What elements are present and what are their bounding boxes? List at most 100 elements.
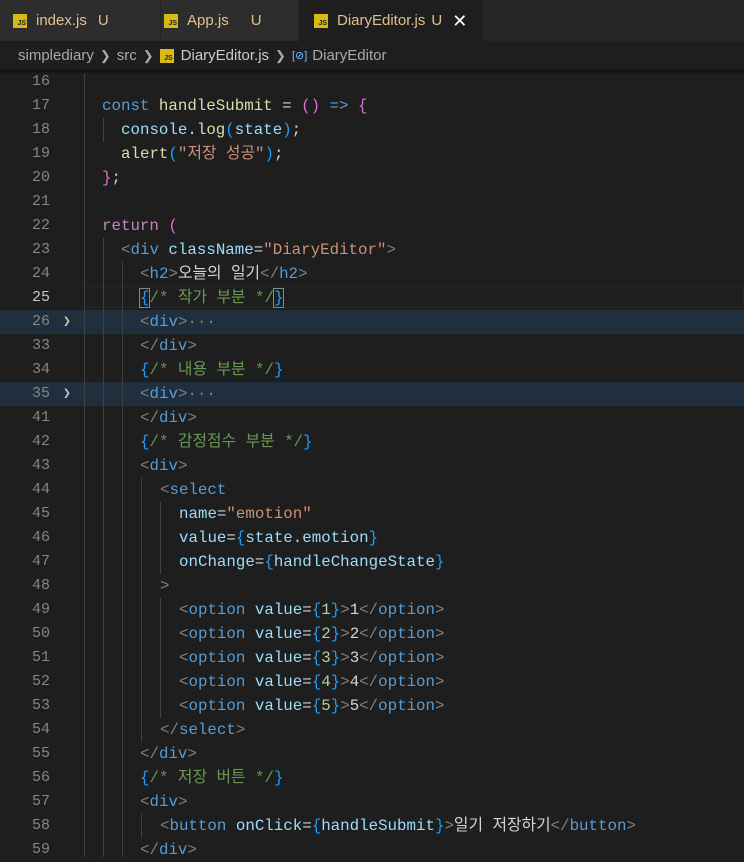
tab-index-js[interactable]: JS index.js U bbox=[0, 0, 160, 41]
code-line: <option value={5}>5</option> bbox=[179, 697, 445, 715]
chevron-right-icon: ❯ bbox=[142, 47, 154, 63]
code-line: <option value={1}>1</option> bbox=[179, 601, 445, 619]
tab-label: App.js bbox=[187, 12, 229, 29]
indent-guide bbox=[84, 74, 85, 857]
line-number: 50 bbox=[31, 625, 50, 642]
symbol-variable-icon: [⊘] bbox=[291, 50, 308, 62]
code-line: <div> bbox=[140, 793, 188, 811]
line-number: 35 bbox=[31, 385, 50, 402]
untracked-badge: U bbox=[97, 12, 109, 29]
chevron-right-icon[interactable]: ❯ bbox=[63, 310, 71, 334]
line-number: 51 bbox=[31, 649, 50, 666]
tab-label: index.js bbox=[36, 12, 87, 29]
line-number: 53 bbox=[31, 697, 50, 714]
code-line: </div> bbox=[140, 409, 197, 427]
untracked-badge: U bbox=[431, 12, 443, 29]
tab-label: DiaryEditor.js bbox=[337, 12, 426, 29]
tab-diaryeditor-js[interactable]: JS DiaryEditor.js U ✕ bbox=[299, 0, 483, 41]
line-number: 22 bbox=[31, 217, 50, 234]
tab-bar: JS index.js U JS App.js U JS DiaryEditor… bbox=[0, 0, 744, 41]
code-editor[interactable]: 16 17 const handleSubmit = () => { 18 co… bbox=[0, 70, 744, 859]
line-number: 55 bbox=[31, 745, 50, 762]
line-number: 47 bbox=[31, 553, 50, 570]
code-line: console.log(state); bbox=[121, 121, 302, 139]
chevron-right-icon[interactable]: ❯ bbox=[63, 382, 71, 406]
code-line: }; bbox=[102, 169, 121, 187]
chevron-right-icon: ❯ bbox=[99, 47, 111, 63]
code-line: {/* 내용 부분 */} bbox=[140, 361, 284, 379]
js-file-icon: JS bbox=[314, 13, 328, 28]
code-line: <h2>오늘의 일기</h2> bbox=[140, 265, 308, 283]
tab-app-js[interactable]: JS App.js U bbox=[161, 0, 298, 41]
breadcrumb-file[interactable]: DiaryEditor.js bbox=[181, 47, 269, 64]
line-number: 46 bbox=[31, 529, 50, 546]
line-number: 25 bbox=[31, 289, 50, 306]
code-line: <button onClick={handleSubmit}>일기 저장하기</… bbox=[160, 817, 636, 835]
code-line: </select> bbox=[160, 721, 246, 739]
line-number: 57 bbox=[31, 793, 50, 810]
code-line: onChange={handleChangeState} bbox=[179, 553, 445, 571]
folded-ellipsis: ··· bbox=[187, 313, 216, 331]
line-number: 52 bbox=[31, 673, 50, 690]
code-line: <option value={2}>2</option> bbox=[179, 625, 445, 643]
code-line: value={state.emotion} bbox=[179, 529, 379, 547]
line-number: 56 bbox=[31, 769, 50, 786]
chevron-right-icon: ❯ bbox=[275, 47, 286, 63]
line-number: 41 bbox=[31, 409, 50, 426]
code-line: <div className="DiaryEditor"> bbox=[121, 241, 396, 259]
line-number: 48 bbox=[31, 577, 50, 594]
code-line: <select bbox=[160, 481, 227, 499]
indent-guide bbox=[103, 238, 104, 857]
line-number: 26 bbox=[31, 313, 50, 330]
code-line: <option value={4}>4</option> bbox=[179, 673, 445, 691]
line-number: 44 bbox=[31, 481, 50, 498]
breadcrumb: simplediary ❯ src ❯ JS DiaryEditor.js ❯ … bbox=[0, 41, 744, 70]
line-number: 24 bbox=[31, 265, 50, 282]
indent-guide bbox=[122, 262, 123, 857]
js-file-icon: JS bbox=[13, 13, 27, 28]
code-line: </div> bbox=[140, 337, 197, 355]
line-number: 59 bbox=[31, 841, 50, 858]
indent-guide bbox=[160, 502, 161, 574]
code-line: {/* 감정점수 부분 */} bbox=[140, 433, 313, 451]
js-file-icon: JS bbox=[164, 13, 178, 28]
line-number: 18 bbox=[31, 121, 50, 138]
code-line: <div> bbox=[140, 457, 188, 475]
untracked-badge: U bbox=[250, 12, 262, 29]
code-line: <div>··· bbox=[140, 313, 216, 331]
code-line: alert("저장 성공"); bbox=[121, 145, 284, 163]
line-number: 19 bbox=[31, 145, 50, 162]
line-number: 20 bbox=[31, 169, 50, 186]
folded-ellipsis: ··· bbox=[187, 385, 216, 403]
line-number: 23 bbox=[31, 241, 50, 258]
line-number: 49 bbox=[31, 601, 50, 618]
line-number: 33 bbox=[31, 337, 50, 354]
line-number: 34 bbox=[31, 361, 50, 378]
indent-guide bbox=[141, 478, 142, 742]
code-line: const handleSubmit = () => { bbox=[102, 97, 368, 115]
line-number: 17 bbox=[31, 97, 50, 114]
line-number: 45 bbox=[31, 505, 50, 522]
breadcrumb-symbol[interactable]: DiaryEditor bbox=[312, 47, 386, 64]
js-file-icon: JS bbox=[159, 48, 174, 63]
line-number: 21 bbox=[31, 193, 50, 210]
indent-guide bbox=[141, 814, 142, 838]
code-line: name="emotion" bbox=[179, 505, 312, 523]
code-line: {/* 저장 버튼 */} bbox=[140, 769, 284, 787]
breadcrumb-folder-src[interactable]: src bbox=[117, 47, 137, 64]
line-number: 42 bbox=[31, 433, 50, 450]
indent-guide bbox=[160, 598, 161, 718]
line-number: 43 bbox=[31, 457, 50, 474]
code-line: <div>··· bbox=[140, 385, 216, 403]
line-number: 58 bbox=[31, 817, 50, 834]
code-line: <option value={3}>3</option> bbox=[179, 649, 445, 667]
line-number: 54 bbox=[31, 721, 50, 738]
code-line: </div> bbox=[140, 745, 197, 763]
close-icon[interactable]: ✕ bbox=[452, 12, 467, 30]
line-number: 16 bbox=[31, 73, 50, 90]
code-line: {/* 작가 부분 */} bbox=[138, 288, 285, 308]
indent-guide bbox=[103, 118, 104, 142]
code-line: </div> bbox=[140, 841, 197, 859]
code-line: return ( bbox=[102, 217, 178, 235]
breadcrumb-folder-simplediary[interactable]: simplediary bbox=[18, 47, 94, 64]
